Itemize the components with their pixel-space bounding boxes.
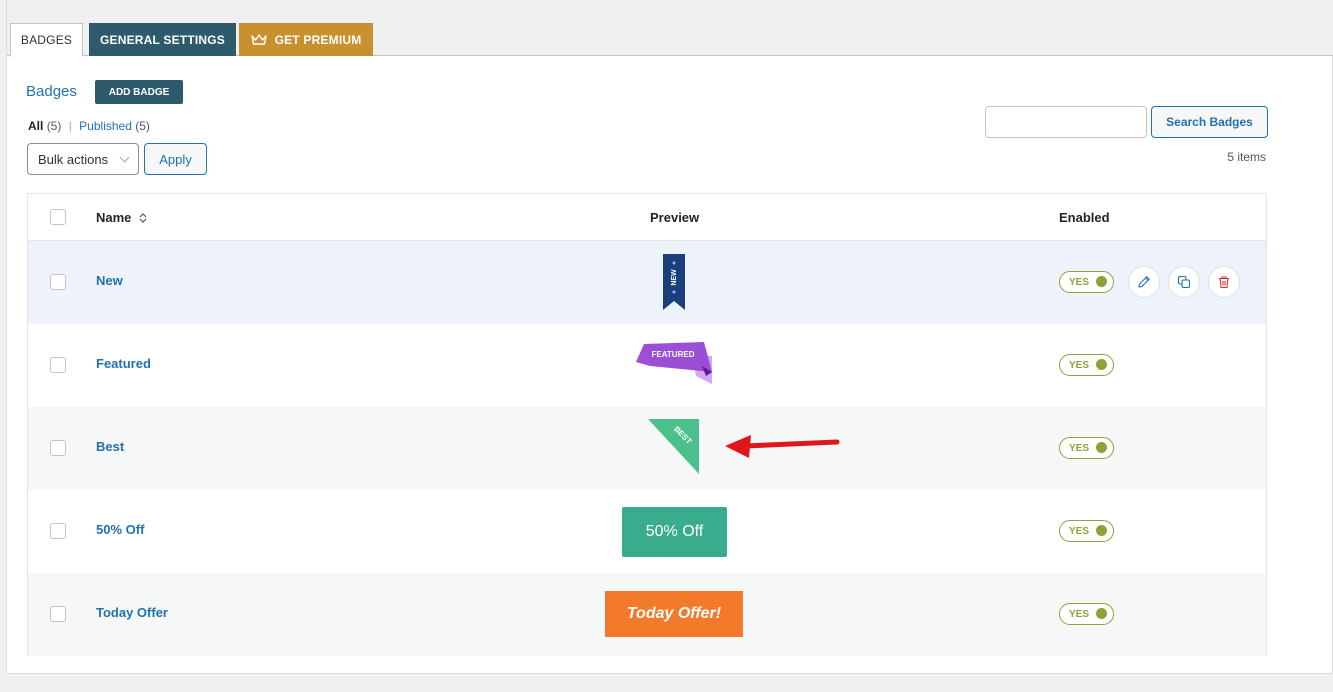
filter-published-count: (5) <box>135 119 150 133</box>
bulk-actions-label: Bulk actions <box>38 151 109 167</box>
table-header: Name Preview Enabled <box>28 194 1266 241</box>
toggle-label: YES <box>1069 525 1090 537</box>
duplicate-icon <box>1177 275 1191 289</box>
enabled-toggle[interactable]: YES <box>1059 437 1114 459</box>
badges-table: Name Preview Enabled New NEW YES Feature… <box>27 193 1267 656</box>
row-checkbox[interactable] <box>50 274 66 290</box>
search-badges-button[interactable]: Search Badges <box>1151 106 1268 138</box>
badge-preview-new-text: NEW <box>671 269 678 286</box>
badge-preview-featured: FEATURED <box>636 342 712 384</box>
add-badge-button[interactable]: ADD BADGE <box>95 80 183 104</box>
toggle-knob <box>1096 359 1107 370</box>
badge-preview-today-offer: Today Offer! <box>605 591 743 637</box>
filter-all-count: (5) <box>46 119 62 133</box>
row-checkbox[interactable] <box>50 523 66 539</box>
badge-name-link[interactable]: New <box>96 273 123 288</box>
toggle-label: YES <box>1069 359 1090 371</box>
enabled-toggle[interactable]: YES <box>1059 520 1114 542</box>
badge-name-link[interactable]: Featured <box>96 356 151 371</box>
toggle-knob <box>1096 442 1107 453</box>
row-checkbox[interactable] <box>50 606 66 622</box>
enabled-toggle[interactable]: YES <box>1059 603 1114 625</box>
badge-name-link[interactable]: Today Offer <box>96 605 168 620</box>
bulk-actions-select[interactable]: Bulk actions <box>27 143 139 175</box>
apply-button[interactable]: Apply <box>144 143 207 175</box>
column-name[interactable]: Name <box>96 210 148 225</box>
badge-name-link[interactable]: Best <box>96 439 124 454</box>
duplicate-button[interactable] <box>1168 266 1200 298</box>
table-row: New NEW YES <box>28 241 1266 324</box>
row-checkbox[interactable] <box>50 440 66 456</box>
tab-get-premium-label: GET PREMIUM <box>274 32 362 47</box>
toggle-knob <box>1096 608 1107 619</box>
sort-icon[interactable] <box>138 213 148 223</box>
filter-all[interactable]: All <box>28 119 43 133</box>
badge-preview-featured-text: FEATURED <box>652 350 695 359</box>
badge-preview-new: NEW <box>663 254 685 310</box>
row-checkbox[interactable] <box>50 357 66 373</box>
badge-preview-best: BEST <box>648 419 699 474</box>
filter-separator: | <box>68 119 72 133</box>
enabled-toggle[interactable]: YES <box>1059 271 1114 293</box>
badge-preview-50-off: 50% Off <box>622 507 727 557</box>
column-name-label: Name <box>96 210 132 225</box>
column-preview: Preview <box>650 210 700 225</box>
tab-badges[interactable]: BADGES <box>10 23 83 57</box>
delete-button[interactable] <box>1208 266 1240 298</box>
red-arrow-icon <box>725 435 840 458</box>
items-count: 5 items <box>1227 150 1266 164</box>
chevron-down-icon <box>119 152 130 163</box>
enabled-toggle[interactable]: YES <box>1059 354 1114 376</box>
toggle-label: YES <box>1069 276 1090 288</box>
table-row: Today Offer Today Offer! YES <box>28 573 1266 656</box>
toggle-knob <box>1096 276 1107 287</box>
table-row: Featured FEATURED YES <box>28 324 1266 407</box>
filter-published[interactable]: Published <box>79 119 132 133</box>
column-enabled: Enabled <box>1059 210 1110 225</box>
tab-bar: BADGES GENERAL SETTINGS GET PREMIUM <box>7 0 1333 57</box>
table-row: 50% Off 50% Off YES <box>28 490 1266 573</box>
toggle-label: YES <box>1069 442 1090 454</box>
tab-general-settings[interactable]: GENERAL SETTINGS <box>89 23 236 56</box>
select-all-checkbox[interactable] <box>50 209 66 225</box>
toggle-label: YES <box>1069 608 1090 620</box>
badge-name-link[interactable]: 50% Off <box>96 522 144 537</box>
edit-button[interactable] <box>1128 266 1160 298</box>
crown-icon <box>250 33 267 45</box>
tab-get-premium[interactable]: GET PREMIUM <box>239 23 373 56</box>
table-row: Best BEST YES <box>28 407 1266 490</box>
toggle-knob <box>1096 525 1107 536</box>
main-panel: BADGES GENERAL SETTINGS GET PREMIUM Badg… <box>6 0 1333 674</box>
page-title: Badges <box>26 83 77 100</box>
status-filters: All (5) | Published (5) <box>28 119 150 133</box>
search-input[interactable] <box>985 106 1147 138</box>
pencil-icon <box>1138 276 1150 288</box>
trash-icon <box>1219 276 1229 289</box>
